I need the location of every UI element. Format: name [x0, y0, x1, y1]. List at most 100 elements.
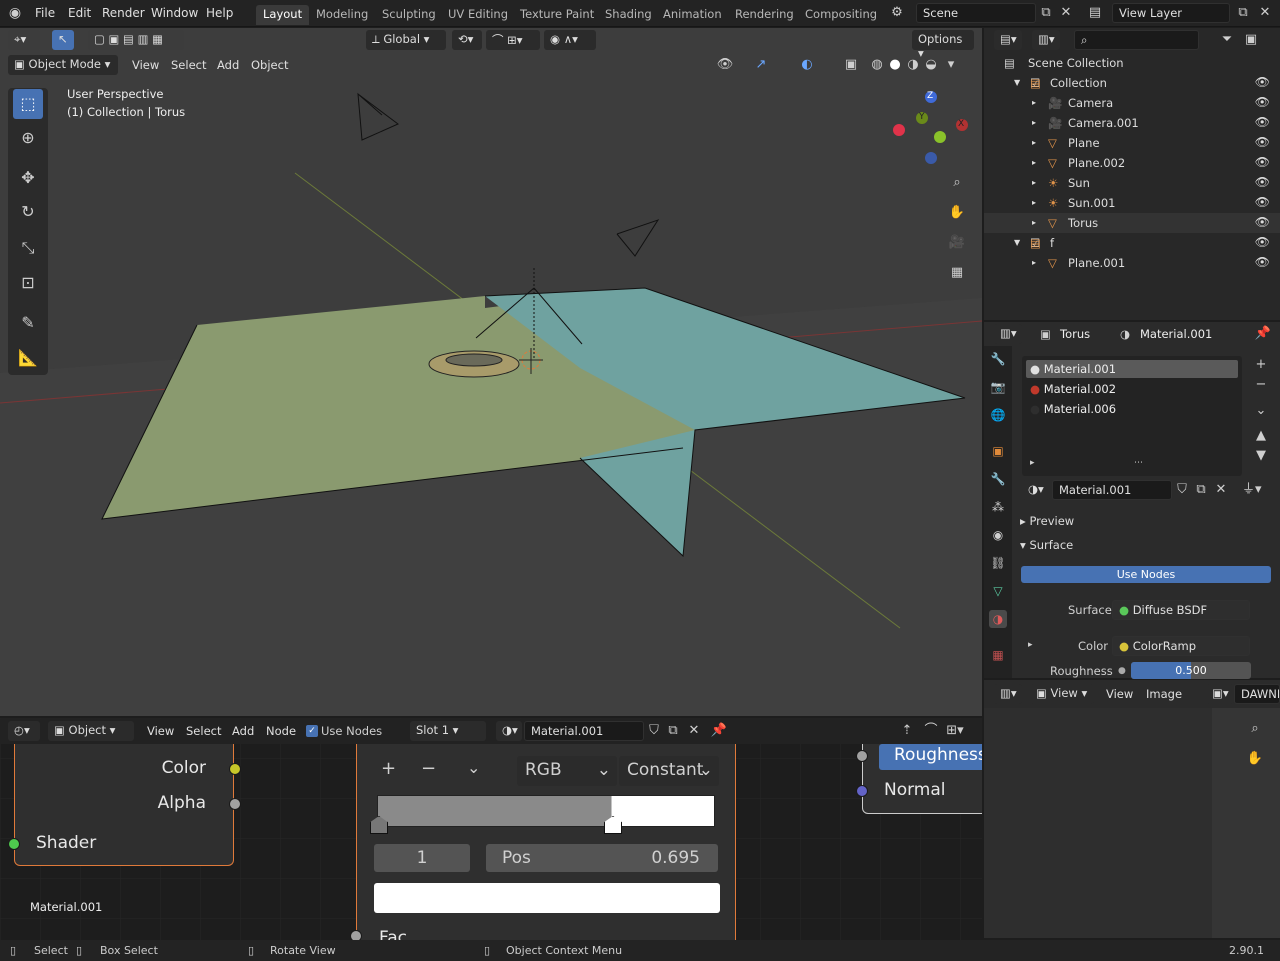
- ne-material-field[interactable]: Material.001: [524, 721, 644, 741]
- color-socket[interactable]: [229, 763, 241, 775]
- img-menu-view[interactable]: View: [1106, 687, 1133, 701]
- roughness-socket-field[interactable]: Roughness: [879, 744, 982, 770]
- tab-animation[interactable]: Animation: [656, 5, 729, 25]
- data-tab-icon[interactable]: ▽: [989, 582, 1007, 600]
- browse-material-icon[interactable]: ◑▾: [496, 721, 522, 741]
- surface-shader-field[interactable]: ● Diffuse BSDF: [1112, 600, 1250, 620]
- material-slot-item[interactable]: ● Material.006: [1030, 402, 1116, 416]
- visibility-eye-icon[interactable]: 👁: [1255, 195, 1270, 209]
- move-down-icon[interactable]: ▼: [1252, 447, 1270, 465]
- cursor-icon[interactable]: ⊕: [13, 123, 43, 153]
- gizmo-axis-y[interactable]: Y: [919, 112, 925, 122]
- outliner-row[interactable]: ▼ ☑ ▤ f 👁: [984, 233, 1280, 253]
- outliner-row[interactable]: ▸ ☀ Sun.001 👁: [984, 193, 1280, 213]
- xray-icon[interactable]: ▣: [842, 56, 860, 74]
- tab-shading[interactable]: Shading: [598, 5, 659, 25]
- rendered-shading-icon[interactable]: ◒: [922, 56, 940, 74]
- visibility-eye-icon[interactable]: 👁: [1255, 135, 1270, 149]
- image-browse-icon[interactable]: ▣▾: [1206, 684, 1234, 704]
- shader-socket[interactable]: [8, 838, 20, 850]
- filter-icon[interactable]: ⏷: [1218, 31, 1236, 49]
- pivot-icon[interactable]: ⟲▾: [452, 30, 482, 50]
- outliner-row[interactable]: ▸ ▽ Plane 👁: [984, 133, 1280, 153]
- color-input-field[interactable]: ● ColorRamp: [1112, 636, 1250, 656]
- menu-edit[interactable]: Edit: [68, 6, 91, 20]
- close-icon[interactable]: ✕: [1057, 4, 1075, 22]
- expand-right-icon[interactable]: ▸: [1032, 98, 1036, 107]
- overlay-toggle-icon[interactable]: ◐: [798, 56, 816, 74]
- material-shading-icon[interactable]: ◑: [904, 56, 922, 74]
- outliner-row[interactable]: ▸ ▽ Plane.001 👁: [984, 253, 1280, 273]
- parent-node-icon[interactable]: ⇡: [898, 722, 916, 740]
- annotate-icon[interactable]: ✎: [13, 308, 43, 338]
- close-icon[interactable]: ✕: [685, 722, 703, 740]
- add-stop-icon[interactable]: +: [381, 758, 396, 779]
- scene-icon[interactable]: ⚙: [888, 4, 906, 22]
- camera-view-icon[interactable]: 🎥: [948, 234, 966, 252]
- copy-icon[interactable]: ⧉: [664, 722, 682, 740]
- shader-node-right[interactable]: Roughness Normal: [862, 744, 982, 814]
- use-nodes-checkbox[interactable]: ✓: [306, 725, 318, 737]
- ramp-menu-icon[interactable]: ⌄: [467, 758, 480, 777]
- slot-dropdown[interactable]: Slot 1 ▾: [410, 721, 486, 741]
- shader-type-dropdown[interactable]: ▣ Object ▾: [48, 721, 134, 741]
- rotate-icon[interactable]: ↻: [13, 197, 43, 227]
- color-ramp-node[interactable]: + − ⌄ RGB ⌄ Constant ⌄ 1 Pos 0.695 Fac: [356, 744, 736, 940]
- visibility-icon[interactable]: 👁: [716, 56, 734, 74]
- tab-rendering[interactable]: Rendering: [728, 5, 801, 25]
- outliner-row[interactable]: ▸ ☀ Sun 👁: [984, 173, 1280, 193]
- use-nodes-button[interactable]: Use Nodes: [1021, 566, 1271, 583]
- outliner-row[interactable]: ▼ ☑ ▤ Collection 👁: [984, 73, 1280, 93]
- tool-tab-icon[interactable]: 🔧: [989, 350, 1007, 368]
- tab-modeling[interactable]: Modeling: [309, 5, 375, 25]
- select-tool-icon[interactable]: ↖: [52, 30, 74, 50]
- expand-icon[interactable]: ▸: [1028, 640, 1033, 650]
- pan-hand-icon[interactable]: ✋: [948, 204, 966, 222]
- tab-sculpting[interactable]: Sculpting: [375, 5, 443, 25]
- expand-right-icon[interactable]: ▸: [1032, 158, 1036, 167]
- zoom-icon[interactable]: ⌕: [1246, 720, 1264, 738]
- image-name-field[interactable]: DAWNB: [1234, 684, 1280, 704]
- stop-color-swatch[interactable]: [374, 883, 720, 913]
- pin-icon[interactable]: 📌: [710, 722, 728, 740]
- visibility-eye-icon[interactable]: 👁: [1255, 115, 1270, 129]
- stop-index-field[interactable]: 1: [374, 844, 470, 872]
- vp-menu-select[interactable]: Select: [171, 58, 206, 72]
- tab-uv-editing[interactable]: UV Editing: [441, 5, 515, 25]
- shader-node-left[interactable]: Color Alpha Shader: [14, 744, 234, 866]
- expand-icon[interactable]: ▸: [1030, 458, 1035, 468]
- copy-icon[interactable]: ⧉: [1037, 4, 1055, 22]
- material-tab-icon[interactable]: ◑: [989, 610, 1007, 628]
- outliner-row[interactable]: ▸ ▽ Plane.002 👁: [984, 153, 1280, 173]
- ne-menu-select[interactable]: Select: [186, 724, 221, 738]
- orientation-dropdown[interactable]: ⟂ Global ▾: [366, 30, 446, 50]
- select-mode-buttons[interactable]: ▢ ▣ ▤ ▥ ▦: [88, 30, 184, 50]
- gizmo-axis-z[interactable]: Z: [927, 91, 933, 101]
- ne-menu-add[interactable]: Add: [232, 724, 254, 738]
- expand-down-icon[interactable]: ▼: [1014, 78, 1020, 87]
- remove-stop-icon[interactable]: −: [421, 758, 436, 779]
- slot-menu-icon[interactable]: ⌄: [1252, 402, 1270, 420]
- surface-panel-header[interactable]: ▾ Surface: [1020, 538, 1073, 552]
- options-dropdown[interactable]: Options ▾: [912, 30, 974, 60]
- outliner-editor-type[interactable]: ▤▾: [994, 30, 1022, 50]
- expand-right-icon[interactable]: ▸: [1032, 178, 1036, 187]
- image-editor-type[interactable]: ▥▾: [994, 684, 1022, 704]
- copy-icon[interactable]: ⧉: [1234, 4, 1252, 22]
- render-tab-icon[interactable]: 📷: [989, 378, 1007, 396]
- close-icon[interactable]: ✕: [1212, 481, 1230, 499]
- visibility-eye-icon[interactable]: 👁: [1255, 95, 1270, 109]
- snap-icon[interactable]: ⌒ ⊞▾: [486, 30, 540, 50]
- new-collection-icon[interactable]: ▣: [1242, 31, 1260, 49]
- shading-options-icon[interactable]: ▾: [942, 56, 960, 74]
- expand-right-icon[interactable]: ▸: [1032, 198, 1036, 207]
- color-mode-dropdown[interactable]: RGB ⌄: [517, 756, 617, 786]
- browse-material-icon[interactable]: ◑▾: [1022, 480, 1050, 500]
- image-canvas[interactable]: [984, 708, 1212, 938]
- vp-menu-object[interactable]: Object: [251, 58, 288, 72]
- gizmo-axis-x[interactable]: X: [958, 119, 964, 129]
- remove-slot-icon[interactable]: −: [1252, 376, 1270, 394]
- grid-view-icon[interactable]: ▦: [948, 264, 966, 282]
- modifier-tab-icon[interactable]: 🔧: [989, 470, 1007, 488]
- copy-icon[interactable]: ⧉: [1192, 481, 1210, 499]
